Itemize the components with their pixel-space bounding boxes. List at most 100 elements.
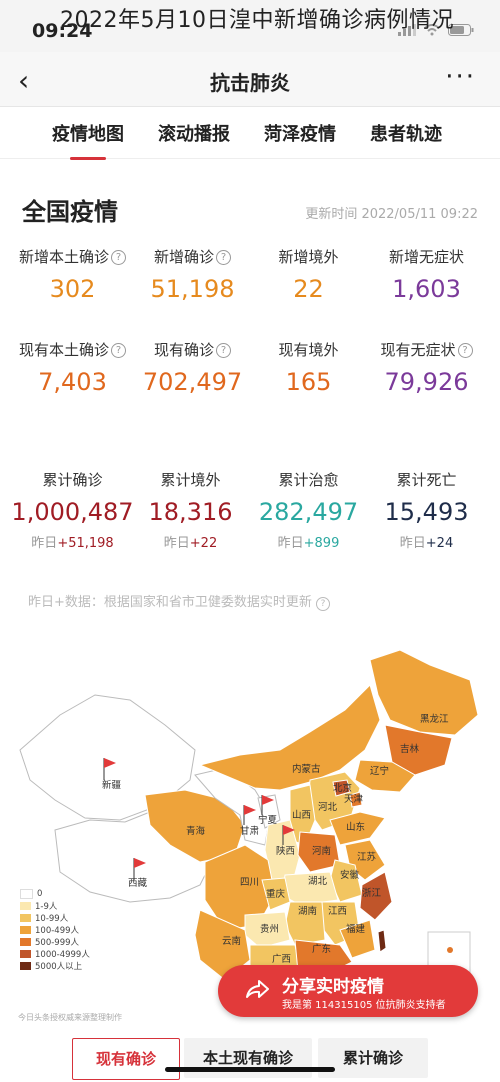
stat-value: 7,403	[38, 368, 107, 396]
stat-label: 现有确诊	[153, 341, 214, 359]
label-jiangsu: 江苏	[357, 851, 377, 863]
label-hebei: 河北	[318, 801, 338, 813]
note-text: 昨日+数据：根据国家和省市卫健委数据实时更新	[28, 595, 312, 610]
tab-live-updates[interactable]: 滚动播报	[158, 120, 230, 146]
stat-current-local: 现有本土确诊? 7,403	[10, 339, 135, 396]
page-title: 抗击肺炎	[210, 71, 290, 95]
stat-value: 15,493	[384, 498, 469, 526]
data-source-note: 昨日+数据：根据国家和省市卫健委数据实时更新 ?	[28, 591, 331, 611]
label-chongqing: 重庆	[266, 888, 286, 900]
help-icon[interactable]: ?	[111, 250, 126, 265]
legend-label: 1000-4999人	[35, 950, 90, 960]
label-gansu: 甘肃	[240, 825, 259, 837]
stat-value: 22	[293, 275, 324, 303]
stat-value: 18,316	[148, 498, 233, 526]
label-yunnan: 云南	[222, 935, 241, 947]
stat-label: 累计死亡	[396, 471, 457, 489]
label-tianjin: 天津	[344, 794, 364, 805]
stat-total-recovered: 累计治愈 282,497 昨日+899	[246, 469, 371, 551]
share-subtitle: 我是第 114315105 位抗肺炎支持者	[282, 1000, 446, 1011]
nav-bar: ‹ 抗击肺炎 ···	[0, 52, 500, 107]
delta-value: +24	[425, 536, 454, 551]
stat-current-asymptomatic: 现有无症状? 79,926	[364, 339, 489, 396]
stat-value: 282,497	[258, 498, 359, 526]
tab-epidemic-map[interactable]: 疫情地图	[52, 120, 124, 160]
map-mode-tabs: 现有确诊 本土现有确诊 累计确诊	[0, 1038, 500, 1080]
delta-value: +899	[303, 536, 340, 551]
overlay-caption: 2022年5月10日湟中新增确诊病例情况	[60, 8, 454, 33]
label-shaanxi: 陕西	[276, 845, 295, 857]
legend-label: 0	[37, 889, 43, 899]
home-indicator[interactable]	[165, 1067, 335, 1072]
delta-prefix: 昨日	[399, 536, 426, 551]
label-shanxi: 山西	[292, 810, 311, 821]
label-guangdong: 广东	[312, 943, 331, 955]
label-anhui: 安徽	[340, 869, 360, 881]
label-sichuan: 四川	[240, 877, 259, 888]
stat-value: 79,926	[384, 368, 469, 396]
province-neimenggu	[198, 684, 381, 791]
stat-current-imported: 现有境外 165	[246, 339, 371, 396]
stat-label: 累计确诊	[42, 471, 103, 489]
legend-swatch	[20, 889, 33, 899]
stat-value: 165	[285, 368, 332, 396]
tab-heze[interactable]: 菏泽疫情	[264, 120, 336, 146]
label-guangxi: 广西	[272, 953, 291, 965]
tab-bar: 疫情地图 滚动播报 菏泽疫情 患者轨迹	[0, 106, 500, 160]
stat-value: 302	[49, 275, 96, 303]
label-xinjiang: 新疆	[102, 779, 122, 791]
stat-label: 现有无症状	[380, 341, 456, 359]
label-hunan: 湖南	[298, 905, 317, 917]
stat-new-asymptomatic: 新增无症状 1,603	[364, 246, 489, 303]
label-beijing: 北京	[333, 782, 352, 794]
legend-label: 10-99人	[35, 914, 69, 924]
tab-patient-track[interactable]: 患者轨迹	[370, 120, 442, 146]
label-neimenggu: 内蒙古	[292, 763, 321, 775]
stat-value: 51,198	[150, 275, 235, 303]
province-taiwan	[377, 929, 387, 953]
stat-new-imported: 新增境外 22	[246, 246, 371, 303]
stat-label: 新增确诊	[153, 248, 214, 266]
help-icon[interactable]: ?	[316, 597, 331, 611]
stat-label: 累计境外	[160, 471, 221, 489]
stat-label: 新增无症状	[388, 248, 464, 266]
label-xizang: 西藏	[128, 877, 148, 889]
share-button[interactable]: 分享实时疫情 我是第 114315105 位抗肺炎支持者	[218, 965, 478, 1017]
stat-total-imported: 累计境外 18,316 昨日+22	[128, 469, 253, 551]
help-icon[interactable]: ?	[457, 343, 473, 358]
help-icon[interactable]: ?	[216, 250, 231, 265]
label-fujian: 福建	[346, 923, 366, 935]
stat-label: 累计治愈	[278, 471, 339, 489]
map-legend: 0 1-9人 10-99人 100-499人 500-999人 1000-499…	[20, 888, 90, 972]
label-liaoning: 辽宁	[370, 765, 389, 777]
label-henan: 河南	[312, 845, 331, 857]
delta-value: +51,198	[57, 536, 114, 551]
tab-local-current-confirmed[interactable]: 本土现有确诊	[184, 1038, 312, 1078]
label-jiangxi: 江西	[328, 906, 347, 917]
stat-new-confirmed: 新增确诊? 51,198	[130, 246, 255, 303]
legend-label: 1-9人	[35, 902, 58, 912]
label-heilongjiang: 黑龙江	[420, 713, 449, 725]
stat-label: 现有本土确诊	[18, 341, 109, 359]
stat-total-confirmed: 累计确诊 1,000,487 昨日+51,198	[10, 469, 135, 551]
tab-current-confirmed[interactable]: 现有确诊	[72, 1038, 180, 1080]
more-icon[interactable]: ···	[445, 62, 476, 92]
label-guizhou: 贵州	[260, 923, 279, 935]
legend-label: 100-499人	[35, 926, 80, 936]
label-hubei: 湖北	[308, 876, 328, 887]
stat-current-confirmed: 现有确诊? 702,497	[130, 339, 255, 396]
legend-label: 500-999人	[35, 938, 80, 948]
help-icon[interactable]: ?	[111, 343, 126, 358]
stat-label: 新增本土确诊	[18, 248, 109, 266]
stat-label: 现有境外	[278, 341, 339, 359]
share-title: 分享实时疫情	[282, 977, 384, 997]
help-icon[interactable]: ?	[216, 343, 231, 358]
label-qinghai: 青海	[186, 825, 206, 837]
label-ningxia: 宁夏	[258, 814, 278, 826]
tab-total-confirmed[interactable]: 累计确诊	[318, 1038, 428, 1078]
legend-swatch	[20, 962, 31, 970]
update-time: 更新时间 2022/05/11 09:22	[305, 207, 478, 222]
legend-swatch	[20, 914, 31, 922]
label-jilin: 吉林	[400, 743, 420, 755]
legend-swatch	[20, 902, 31, 910]
